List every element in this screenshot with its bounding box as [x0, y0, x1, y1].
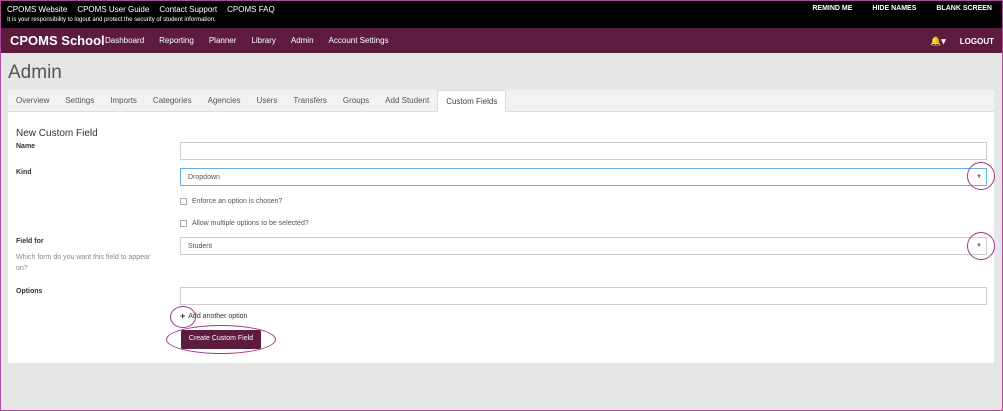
tab-settings[interactable]: Settings	[57, 90, 102, 112]
annotation-circle	[166, 325, 276, 354]
annotation-circle	[170, 306, 196, 328]
name-label: Name	[16, 143, 36, 150]
tab-add-student[interactable]: Add Student	[377, 90, 437, 112]
allow-multiple-checkbox[interactable]: Allow multiple options to be selected?	[180, 220, 309, 227]
top-bar: CPOMS Website CPOMS User Guide Contact S…	[1, 1, 1002, 28]
tab-custom-fields[interactable]: Custom Fields	[437, 90, 507, 112]
custom-field-form: New Custom Field Name Kind Dropdown ▼ En…	[8, 112, 994, 363]
name-input[interactable]	[180, 142, 987, 160]
main-nav: CPOMS School Dashboard Reporting Planner…	[1, 28, 1002, 53]
link-contact-support[interactable]: Contact Support	[159, 5, 217, 14]
field-for-select[interactable]: Student ▼	[180, 237, 987, 255]
annotation-circle	[967, 162, 995, 190]
nav-library[interactable]: Library	[251, 36, 275, 45]
nav-reporting[interactable]: Reporting	[159, 36, 194, 45]
enforce-option-checkbox[interactable]: Enforce an option is chosen?	[180, 198, 282, 205]
link-cpoms-website[interactable]: CPOMS Website	[7, 5, 67, 14]
enforce-option-label: Enforce an option is chosen?	[192, 198, 283, 205]
top-right-actions: REMIND ME HIDE NAMES BLANK SCREEN	[812, 5, 992, 12]
tab-overview[interactable]: Overview	[8, 90, 57, 112]
security-note: It is your responsibility to logout and …	[7, 17, 216, 23]
nav-planner[interactable]: Planner	[209, 36, 237, 45]
tab-users[interactable]: Users	[249, 90, 286, 112]
nav-right: 🔔▾ LOGOUT	[930, 36, 994, 47]
nav-links: Dashboard Reporting Planner Library Admi…	[105, 36, 389, 45]
option-input[interactable]	[180, 287, 987, 305]
link-user-guide[interactable]: CPOMS User Guide	[77, 5, 149, 14]
top-links: CPOMS Website CPOMS User Guide Contact S…	[7, 5, 275, 14]
blank-screen-button[interactable]: BLANK SCREEN	[936, 5, 992, 12]
link-faq[interactable]: CPOMS FAQ	[227, 5, 275, 14]
logout-button[interactable]: LOGOUT	[960, 37, 994, 46]
options-label: Options	[16, 288, 43, 295]
page-title: Admin	[8, 62, 62, 83]
brand[interactable]: CPOMS School	[10, 33, 105, 48]
form-title: New Custom Field	[16, 128, 98, 139]
tab-transfers[interactable]: Transfers	[285, 90, 335, 112]
checkbox-box[interactable]	[180, 220, 187, 227]
kind-label: Kind	[16, 169, 32, 176]
kind-value: Dropdown	[188, 174, 220, 181]
annotation-circle	[967, 232, 995, 260]
nav-dashboard[interactable]: Dashboard	[105, 36, 144, 45]
remind-me-button[interactable]: REMIND ME	[812, 5, 852, 12]
field-for-help: Which form do you want this field to app…	[16, 254, 151, 272]
hide-names-button[interactable]: HIDE NAMES	[872, 5, 916, 12]
tab-groups[interactable]: Groups	[335, 90, 377, 112]
bell-icon[interactable]: 🔔▾	[930, 36, 946, 47]
field-for-label: Field for	[16, 238, 44, 245]
kind-select[interactable]: Dropdown ▼	[180, 168, 987, 186]
tab-agencies[interactable]: Agencies	[200, 90, 249, 112]
add-option-label: Add another option	[188, 312, 248, 320]
allow-multiple-label: Allow multiple options to be selected?	[192, 220, 309, 227]
checkbox-box[interactable]	[180, 198, 187, 205]
tab-imports[interactable]: Imports	[102, 90, 145, 112]
field-for-value: Student	[188, 243, 213, 250]
tab-categories[interactable]: Categories	[145, 90, 200, 112]
nav-account-settings[interactable]: Account Settings	[329, 36, 389, 45]
admin-tabs: Overview Settings Imports Categories Age…	[8, 90, 994, 112]
nav-admin[interactable]: Admin	[291, 36, 314, 45]
